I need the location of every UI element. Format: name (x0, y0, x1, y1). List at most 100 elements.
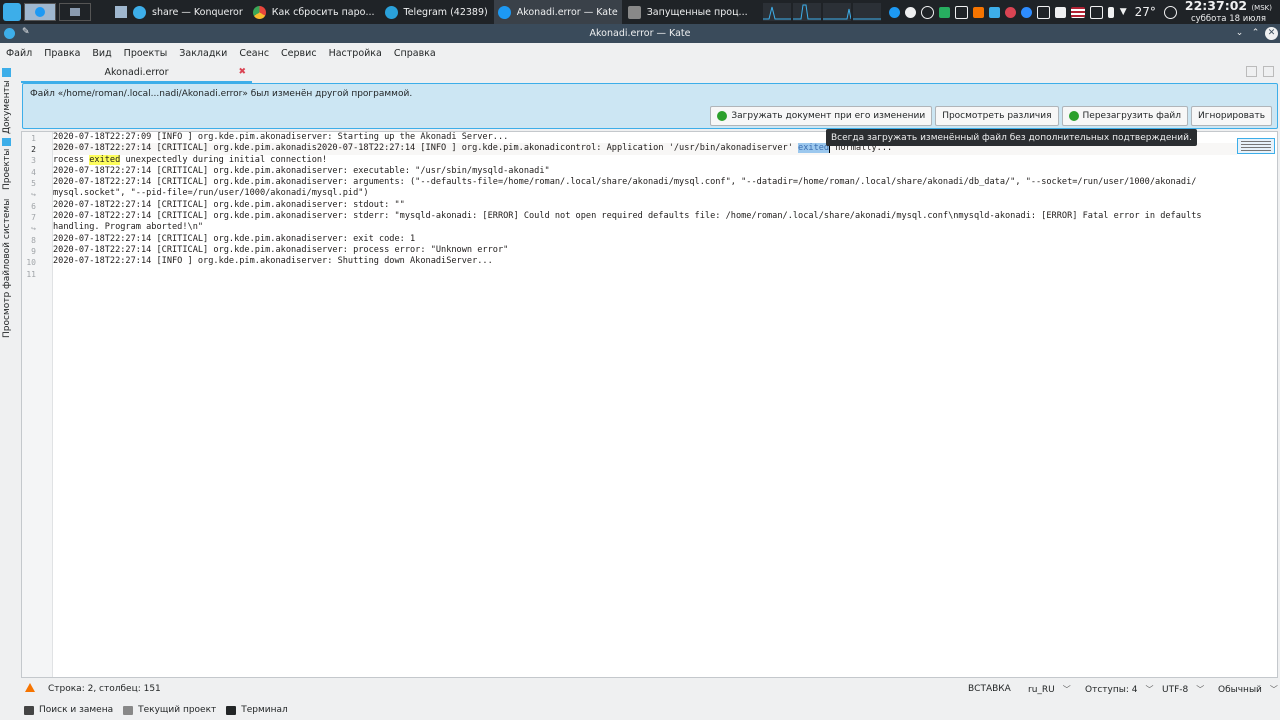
code-line: 2020-07-18T22:27:14 [INFO ] org.kde.pim.… (53, 256, 493, 267)
task-konqueror[interactable]: share — Konqueror (129, 0, 247, 24)
close-button[interactable]: ✕ (1265, 27, 1278, 40)
current-project-toolview[interactable]: Текущий проект (123, 705, 216, 715)
sidebar-tab-filesystem[interactable]: Просмотр файловой системы (2, 196, 12, 338)
indent-select[interactable]: Отступы: 4 ﹀ (1085, 684, 1153, 695)
menu-tools[interactable]: Сервис (275, 48, 323, 59)
line-number: 4 (31, 168, 36, 177)
code-line-wrapped: handling. Program aborted!\n" (53, 222, 204, 233)
menu-view[interactable]: Вид (86, 48, 117, 59)
input-mode[interactable]: ВСТАВКА (968, 684, 1011, 694)
chrome-icon (252, 5, 266, 19)
menu-bookmarks[interactable]: Закладки (173, 48, 233, 59)
project-icon (123, 705, 134, 715)
sidebar-tab-projects[interactable]: Проекты (2, 138, 12, 190)
left-sidebar: Документы Проекты Просмотр файловой сист… (0, 62, 20, 680)
maximize-button[interactable]: ⌃ (1249, 27, 1262, 40)
line-number-gutter: 1 2 3 4 5 ↪ 6 7 ↪ 8 9 10 11 (22, 132, 53, 677)
tray-expand-icon[interactable]: ▼ (1120, 7, 1127, 17)
status-bar: Строка: 2, столбец: 151 ВСТАВКА ru_RU ﹀ О… (0, 680, 1280, 698)
media-icon[interactable] (904, 6, 916, 18)
clock[interactable]: 22:37:02 (MSK) суббота 18 июля (1185, 0, 1272, 24)
menu-settings[interactable]: Настройка (323, 48, 388, 59)
window-icon (70, 8, 80, 16)
document-tabbar: Akonadi.error ✖ (21, 64, 1280, 83)
syntax-select[interactable]: Обычный ﹀ (1218, 684, 1278, 695)
warning-icon (25, 683, 35, 692)
tooltip: Всегда загружать изменённый файл без доп… (826, 129, 1197, 146)
network-graph[interactable] (852, 3, 881, 21)
view-diff-button[interactable]: Просмотреть различия (935, 106, 1059, 126)
virtual-desktop-2[interactable] (59, 3, 91, 21)
messenger-icon[interactable] (988, 6, 1000, 18)
weather-text[interactable]: 27° (1135, 5, 1156, 19)
window-titlebar[interactable]: ✎ Akonadi.error — Kate ⌄ ⌃ ✕ (0, 24, 1280, 43)
mail-icon[interactable] (972, 6, 984, 18)
new-tab-icon[interactable] (1246, 66, 1257, 77)
minimize-button[interactable]: ⌄ (1233, 27, 1246, 40)
info-icon[interactable] (888, 6, 900, 18)
split-view-icon[interactable] (1263, 66, 1274, 77)
encoding-select[interactable]: UTF-8 ﹀ (1162, 684, 1204, 695)
autoreload-button[interactable]: Загружать документ при его изменении (710, 106, 933, 126)
leaf-icon[interactable] (938, 6, 950, 18)
menu-help[interactable]: Справка (388, 48, 442, 59)
bluetooth-icon[interactable] (1107, 6, 1114, 18)
line-number: 3 (31, 156, 36, 165)
line-number: 10 (26, 258, 36, 267)
menu-edit[interactable]: Правка (38, 48, 86, 59)
video-call-icon[interactable] (1020, 6, 1032, 18)
task-chrome[interactable]: Как сбросить паро... (249, 0, 379, 24)
terminal-icon (627, 5, 641, 19)
terminal-icon (226, 705, 237, 715)
volume-icon[interactable] (1054, 6, 1066, 18)
cpu-graph[interactable] (762, 3, 791, 21)
virtual-desktop-1[interactable] (24, 3, 56, 21)
reload-file-button[interactable]: Перезагрузить файл (1061, 106, 1188, 126)
reload-icon (1068, 111, 1079, 121)
memory-graph[interactable] (792, 3, 821, 21)
notice-message: Файл «/home/roman/.local...nadi/Akonadi.… (30, 89, 413, 99)
toolview-bar: Поиск и замена Текущий проект Терминал (0, 700, 1280, 720)
dolphin-icon[interactable] (115, 6, 127, 18)
checkbox-icon[interactable] (954, 5, 968, 19)
pause-icon[interactable] (920, 5, 934, 19)
cursor-position[interactable]: Строка: 2, столбец: 151 (48, 684, 161, 694)
line-number: 9 (31, 247, 36, 256)
sidebar-tab-documents[interactable]: Документы (2, 66, 12, 134)
line-number: 11 (26, 270, 36, 279)
power-icon[interactable] (1163, 5, 1177, 19)
file-changed-notice: Файл «/home/roman/.local...nadi/Akonadi.… (22, 83, 1278, 129)
vpn-icon[interactable] (1004, 6, 1016, 18)
tab-label: Akonadi.error (104, 67, 169, 78)
text-editor[interactable]: 1 2 3 4 5 ↪ 6 7 ↪ 8 9 10 11 2020-07-18T2… (21, 131, 1278, 678)
us-flag-icon[interactable] (1070, 6, 1085, 18)
menu-session[interactable]: Сеанс (233, 48, 275, 59)
chevron-down-icon: ﹀ (1269, 685, 1278, 694)
close-tab-icon[interactable]: ✖ (238, 67, 246, 77)
ignore-button[interactable]: Игнорировать (1191, 106, 1272, 126)
task-system-monitor[interactable]: Запущенные проц... (624, 0, 752, 24)
konqueror-icon (35, 7, 45, 17)
tab-akonadi-error[interactable]: Akonadi.error ✖ (21, 64, 252, 83)
task-kate[interactable]: Akonadi.error — Kate (493, 0, 622, 24)
system-tray: ▼ 27° 22:37:02 (MSK) суббота 18 июля (761, 0, 1280, 24)
code-line: 2020-07-18T22:27:14 [CRITICAL] org.kde.p… (53, 244, 509, 255)
code-area[interactable]: 2020-07-18T22:27:09 [INFO ] org.kde.pim.… (53, 132, 1237, 279)
terminal-toolview[interactable]: Терминал (226, 705, 288, 715)
menu-bar: Файл Правка Вид Проекты Закладки Сеанс С… (0, 44, 1280, 62)
swap-graph[interactable] (822, 3, 851, 21)
projects-icon (2, 138, 12, 146)
wrap-marker: ↪ (31, 224, 36, 233)
clipboard-icon[interactable] (1036, 5, 1050, 19)
task-telegram[interactable]: Telegram (42389) (381, 0, 492, 24)
minimap[interactable] (1237, 138, 1275, 154)
code-line: 2020-07-18T22:27:14 [CRITICAL] org.kde.p… (53, 165, 550, 176)
wrap-marker: ↪ (31, 190, 36, 199)
menu-file[interactable]: Файл (0, 48, 38, 59)
app-launcher-icon[interactable] (3, 3, 21, 21)
network-icon[interactable] (1089, 5, 1103, 19)
search-replace-toolview[interactable]: Поиск и замена (24, 705, 113, 715)
menu-projects[interactable]: Проекты (118, 48, 174, 59)
dictionary-select[interactable]: ru_RU ﹀ (1028, 684, 1071, 695)
